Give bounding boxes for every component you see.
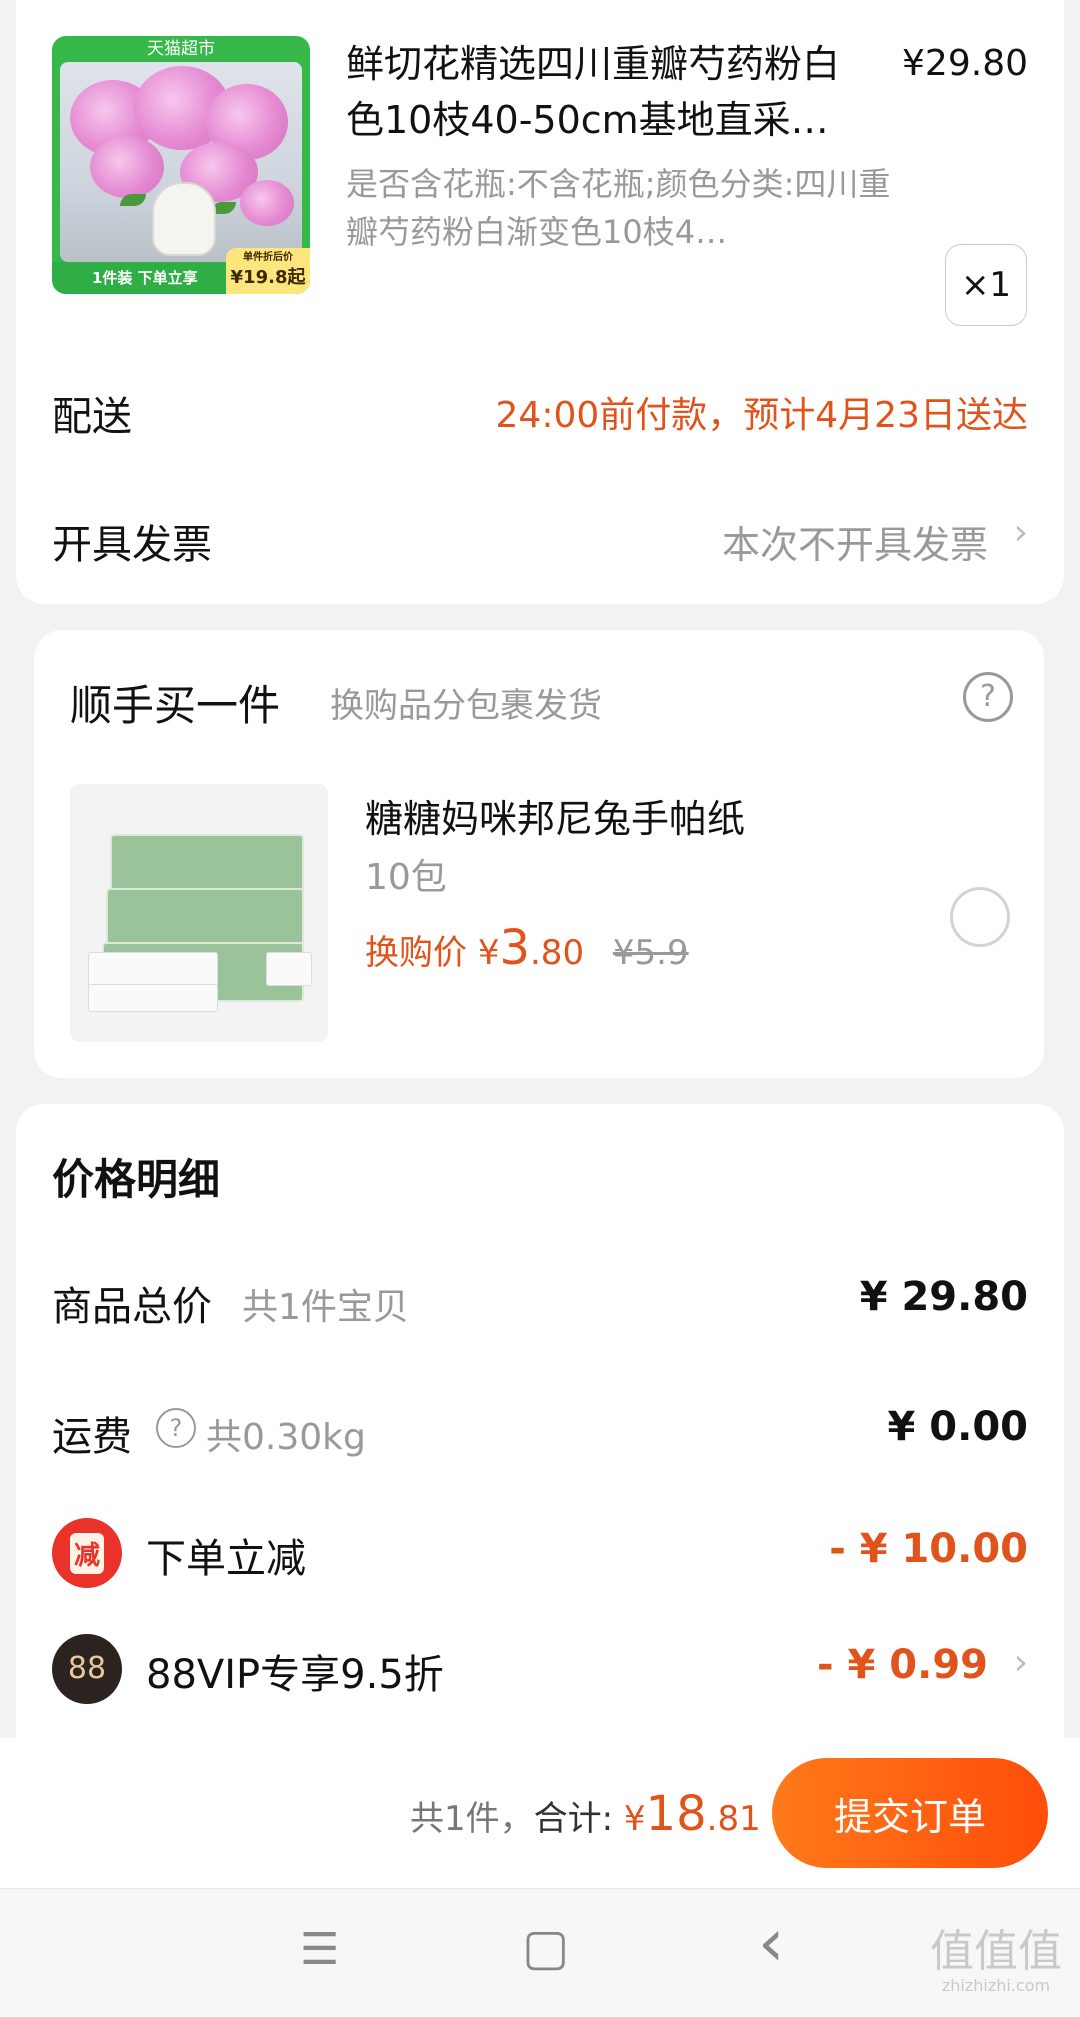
shipping-label: 运费 bbox=[52, 1414, 132, 1460]
invoice-row[interactable]: 开具发票 本次不开具发票 › bbox=[16, 500, 1064, 580]
addon-item-spec: 10包 bbox=[365, 857, 447, 898]
back-icon[interactable]: ‹ bbox=[758, 1904, 784, 1981]
discount-price-tag: 单件折后价 ¥19.8起 bbox=[226, 248, 310, 294]
home-icon[interactable]: ▢ bbox=[522, 1918, 569, 1976]
addon-price-dec: .80 bbox=[530, 933, 585, 973]
addon-select-radio[interactable] bbox=[950, 887, 1010, 947]
product-title[interactable]: 鲜切花精选四川重瓣芍药粉白色10枝40-50cm基地直采… bbox=[346, 36, 866, 148]
total-int: 18 bbox=[645, 1786, 707, 1842]
total-dec: .81 bbox=[706, 1799, 761, 1839]
product-sku[interactable]: 是否含花瓶:不含花瓶;颜色分类:四川重瓣芍药粉白渐变色10枝4… bbox=[346, 160, 906, 256]
tmall-supermarket-badge: 天猫超市 bbox=[147, 39, 215, 59]
addon-item-name[interactable]: 糖糖妈咪邦尼兔手帕纸 bbox=[365, 788, 745, 843]
discount-label: 下单立减 bbox=[146, 1536, 306, 1582]
shipping-value: ¥ 0.00 bbox=[887, 1404, 1028, 1450]
discount-value: - ¥ 10.00 bbox=[829, 1526, 1028, 1572]
delivery-estimate: 24:00前付款，预计4月23日送达 bbox=[495, 395, 1028, 436]
delivery-label: 配送 bbox=[52, 394, 132, 440]
watermark: 值值值 zhizhizhi.com bbox=[930, 1926, 1062, 1996]
quantity-stepper[interactable]: ×1 bbox=[945, 244, 1027, 326]
total-symbol: ¥ bbox=[623, 1799, 646, 1839]
total-summary: 共1件，合计: ¥18.81 bbox=[410, 1786, 761, 1842]
watermark-url: zhizhizhi.com bbox=[941, 1976, 1051, 1995]
product-price: ¥29.80 bbox=[902, 43, 1028, 84]
addon-price: 换购价 ¥3.80 ¥5.9 bbox=[365, 920, 689, 976]
menu-icon[interactable]: ☰ bbox=[300, 1924, 339, 1975]
invoice-label: 开具发票 bbox=[52, 522, 212, 568]
addon-price-symbol: ¥ bbox=[477, 933, 500, 973]
shipping-weight: 共0.30kg bbox=[206, 1417, 366, 1458]
peony-photo bbox=[60, 62, 302, 262]
vip-value: - ¥ 0.99 bbox=[817, 1642, 988, 1688]
item-count: 共1件， bbox=[410, 1799, 534, 1839]
addon-price-int: 3 bbox=[499, 920, 530, 976]
vip-88-icon: 88 bbox=[52, 1634, 122, 1704]
addon-title: 顺手买一件 bbox=[70, 681, 281, 730]
goods-count: 共1件宝贝 bbox=[242, 1287, 409, 1328]
watermark-logo: 值值值 bbox=[930, 1926, 1062, 1977]
chevron-right-icon: › bbox=[1013, 1642, 1028, 1683]
vip-label: 88VIP专享9.5折 bbox=[146, 1652, 444, 1698]
promo-strip: 1件装 下单立享 单件折后价 ¥19.8起 bbox=[52, 248, 310, 294]
chevron-right-icon: › bbox=[1013, 512, 1028, 553]
goods-total-label: 商品总价 bbox=[52, 1284, 212, 1330]
addon-original-price: ¥5.9 bbox=[612, 933, 689, 973]
price-detail-title: 价格明细 bbox=[52, 1155, 221, 1204]
tissue-image[interactable] bbox=[70, 784, 328, 1042]
goods-total-value: ¥ 29.80 bbox=[859, 1274, 1028, 1320]
product-image[interactable]: 天猫超市 1件装 下单立享 单件折后价 ¥19.8起 bbox=[52, 36, 310, 294]
submit-order-button[interactable]: 提交订单 bbox=[772, 1758, 1048, 1868]
vip-discount-row[interactable]: 88 88VIP专享9.5折 - ¥ 0.99 › bbox=[16, 1630, 1064, 1710]
addon-subtitle: 换购品分包裹发货 bbox=[330, 686, 602, 726]
invoice-value: 本次不开具发票 bbox=[721, 523, 988, 567]
shipping-help-icon[interactable]: ? bbox=[156, 1408, 196, 1448]
addon-price-label: 换购价 bbox=[365, 933, 467, 973]
discount-icon: 减 bbox=[52, 1518, 122, 1588]
help-icon[interactable]: ? bbox=[963, 672, 1013, 722]
total-label: 合计: bbox=[533, 1799, 614, 1839]
